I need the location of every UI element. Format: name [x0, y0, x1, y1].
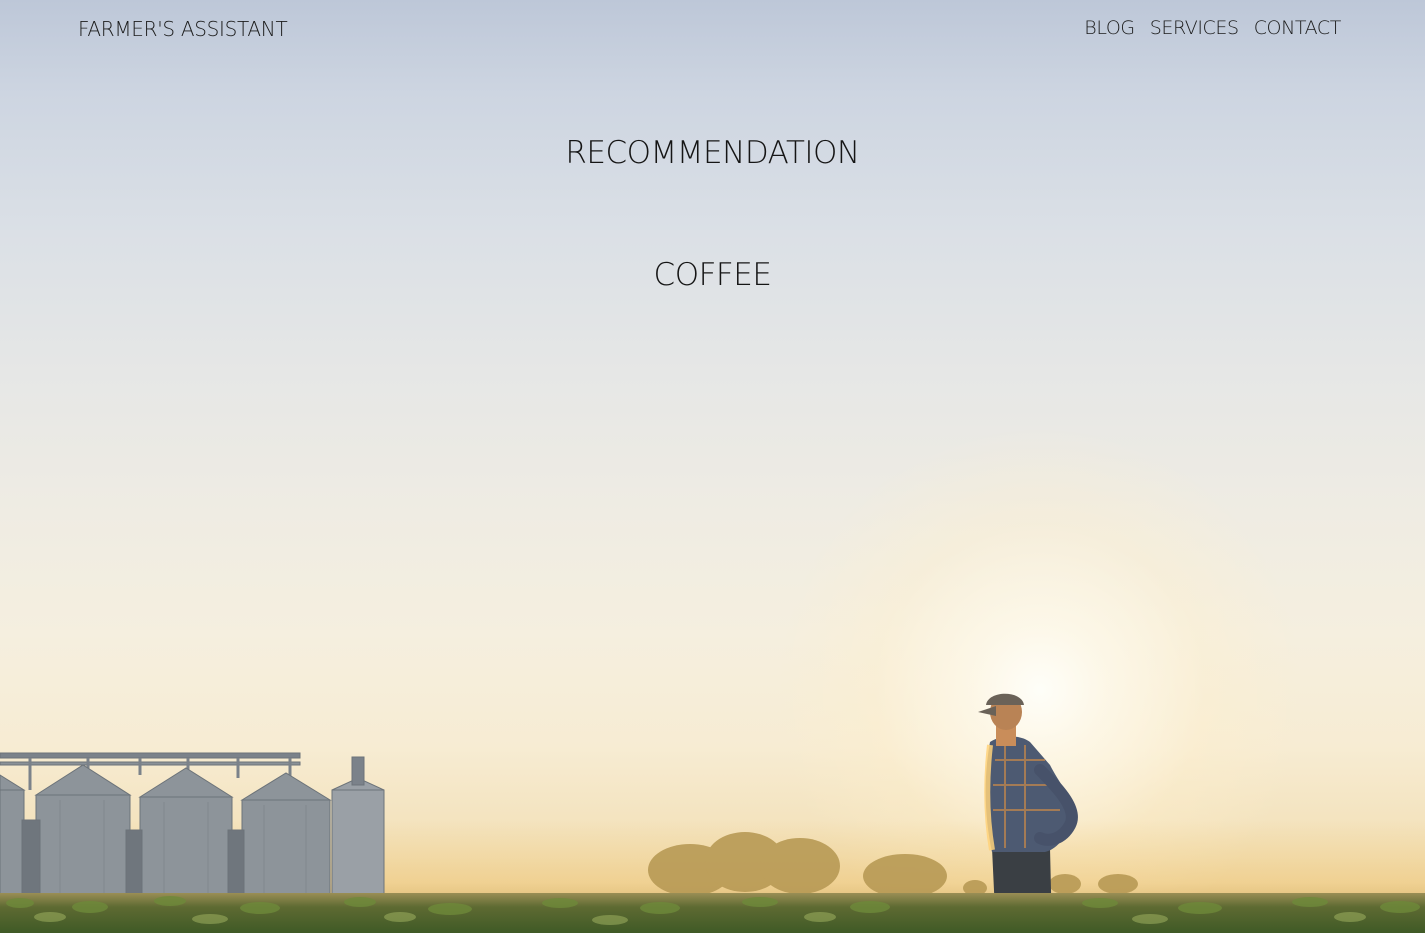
main-nav: BLOG SERVICES CONTACT: [1084, 17, 1341, 39]
hero-section: FARMER'S ASSISTANT BLOG SERVICES CONTACT…: [0, 0, 1425, 933]
crop-field: [0, 893, 1425, 933]
brand-logo-link[interactable]: FARMER'S ASSISTANT: [78, 17, 288, 41]
trees-illustration: [648, 832, 1138, 898]
nav-link-contact[interactable]: CONTACT: [1254, 17, 1342, 39]
recommendation-heading: RECOMMENDATION: [565, 135, 860, 171]
top-navbar: FARMER'S ASSISTANT BLOG SERVICES CONTACT: [0, 0, 1425, 62]
nav-link-services[interactable]: SERVICES: [1150, 17, 1239, 39]
silos-illustration: [0, 752, 385, 899]
nav-link-blog[interactable]: BLOG: [1084, 17, 1135, 39]
recommended-crop: COFFEE: [653, 257, 772, 293]
